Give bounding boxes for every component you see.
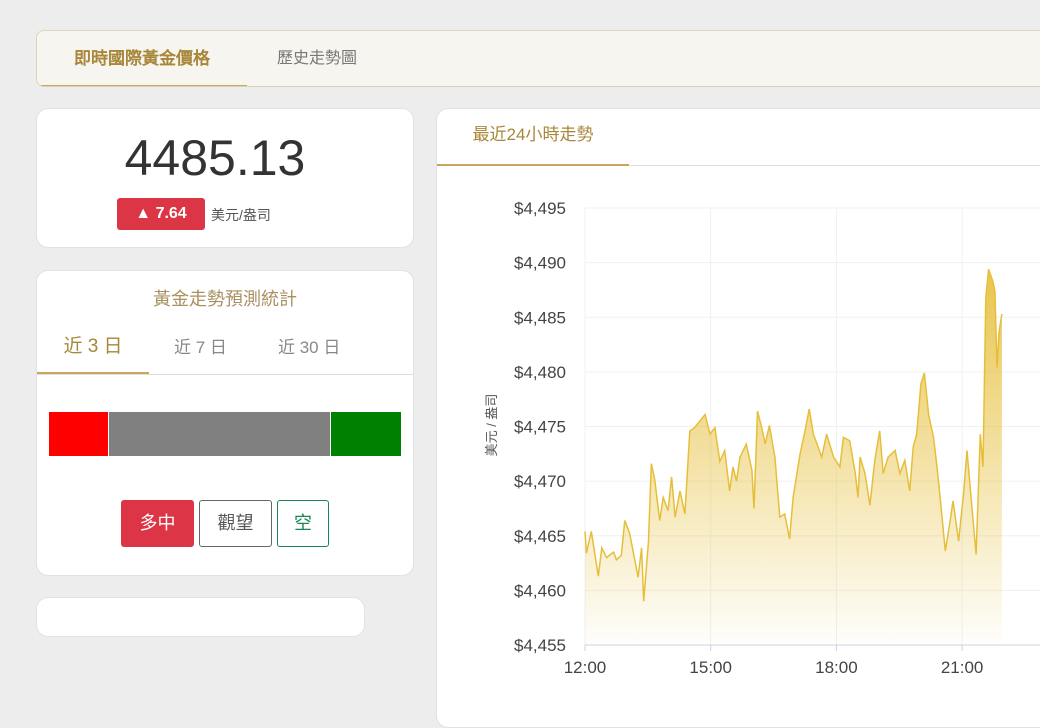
x-tick-label: 18:00: [815, 658, 858, 677]
bearish-button[interactable]: 空: [277, 500, 329, 547]
y-tick-label: $4,490: [514, 254, 566, 273]
price-chart: $4,455 $4,460 $4,465 $4,470 $4,475 $4,480 $4,4…: [484, 199, 1040, 677]
forecast-distribution-bar: [49, 412, 402, 456]
price-unit: 美元/盎司: [211, 207, 271, 223]
y-tick-label: $4,470: [514, 472, 566, 491]
chart-card: 最近24小時走勢 $4,455 $4,460 $4,465 $4,470 $4,475 $…: [436, 108, 1040, 728]
tab-3-days[interactable]: 近 3 日: [37, 331, 149, 374]
distribution-segment-2: [331, 412, 402, 456]
bullish-button[interactable]: 多中: [121, 500, 194, 547]
gold-price: 4485.13: [124, 130, 306, 186]
distribution-segment-1: [109, 412, 332, 456]
y-tick-label: $4,480: [514, 363, 566, 382]
y-tick-label: $4,485: [514, 308, 566, 327]
tab-30-days[interactable]: 近 30 日: [278, 333, 340, 376]
y-tick-label: $4,495: [514, 199, 566, 218]
y-tick-label: $4,455: [514, 636, 566, 655]
price-card: 4485.13 ▲ 7.64 美元/盎司: [36, 108, 414, 248]
y-tick-label: $4,460: [514, 581, 566, 600]
price-area: [585, 269, 1002, 645]
tab-history-chart[interactable]: 歷史走勢圖: [277, 31, 357, 86]
top-tab-bar: 即時國際黃金價格 歷史走勢圖: [36, 30, 1040, 87]
forecast-card: 黃金走勢預測統計 近 3 日 近 7 日 近 30 日 多中 觀望 空: [36, 270, 414, 576]
y-axis-label: 美元 / 盎司: [484, 394, 499, 457]
forecast-title: 黃金走勢預測統計: [153, 289, 297, 309]
tab-live-gold-price[interactable]: 即時國際黃金價格: [37, 31, 247, 86]
tab-7-days[interactable]: 近 7 日: [174, 333, 227, 376]
x-tick-label: 12:00: [564, 658, 607, 677]
x-tick-label: 21:00: [941, 658, 984, 677]
neutral-button[interactable]: 觀望: [199, 500, 272, 547]
forecast-tabs: 近 3 日 近 7 日 近 30 日: [37, 319, 413, 375]
distribution-segment-0: [49, 412, 109, 456]
price-change-badge: ▲ 7.64: [117, 198, 205, 230]
x-tick-label: 15:00: [689, 658, 732, 677]
empty-card: [36, 597, 365, 637]
y-tick-label: $4,475: [514, 418, 566, 437]
y-tick-label: $4,465: [514, 527, 566, 546]
